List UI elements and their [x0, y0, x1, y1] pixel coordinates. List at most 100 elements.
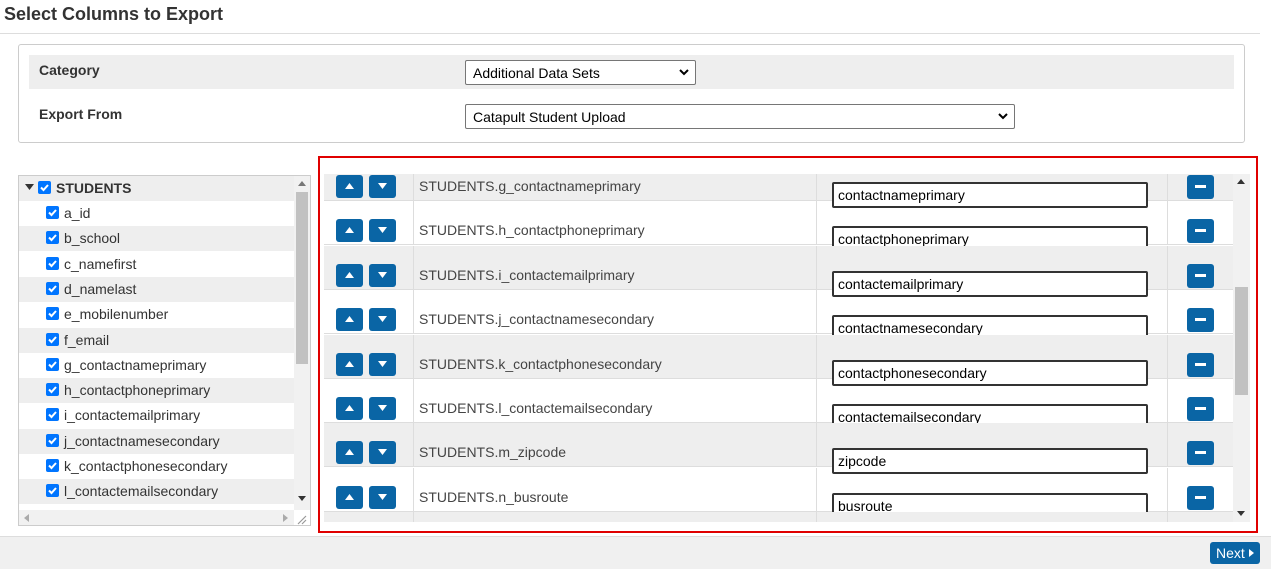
tree-horizontal-scrollbar[interactable] [19, 510, 294, 525]
check-icon [48, 335, 57, 343]
move-down-button[interactable] [369, 263, 396, 287]
tree-item[interactable]: b_school [19, 226, 294, 252]
resize-grip-icon[interactable] [292, 510, 308, 526]
move-down-button[interactable] [369, 441, 396, 465]
tree-item[interactable]: h_contactphoneprimary [19, 378, 294, 404]
tree-item-checkbox[interactable] [46, 281, 59, 295]
tree-item-checkbox[interactable] [46, 383, 59, 397]
move-up-button[interactable] [336, 397, 363, 420]
scroll-right-icon[interactable] [283, 514, 288, 522]
column-source-name: STUDENTS.m_zipcode [419, 444, 567, 461]
export-from-row: Export From Catapult Student Upload [29, 99, 1234, 133]
tree-item-checkbox[interactable] [46, 307, 59, 321]
minus-icon [1195, 185, 1206, 188]
move-down-button[interactable] [369, 352, 396, 376]
column-source-name: STUDENTS.j_contactnamesecondary [419, 311, 654, 328]
caret-down-icon[interactable] [25, 184, 34, 190]
tree-item[interactable]: i_contactemailprimary [19, 403, 294, 428]
remove-column-button[interactable] [1187, 352, 1214, 377]
tree-item[interactable]: g_contactnameprimary [19, 353, 294, 378]
tree-item-checkbox[interactable] [46, 357, 59, 371]
scroll-down-icon[interactable] [298, 496, 306, 501]
tree-item-label: h_contactphoneprimary [64, 382, 211, 399]
column-divider [413, 174, 414, 200]
scroll-up-icon[interactable] [298, 181, 306, 186]
remove-column-button[interactable] [1187, 308, 1214, 333]
category-select[interactable]: Additional Data Sets [465, 60, 696, 85]
column-row: STUDENTS.k_contactphonesecondary [324, 334, 1233, 386]
tree-item[interactable]: j_contactnamesecondary [19, 428, 294, 454]
column-divider [1167, 290, 1168, 334]
tree-item[interactable]: e_mobilenumber [19, 302, 294, 327]
tree-item-checkbox[interactable] [46, 231, 59, 245]
move-up-button[interactable] [336, 175, 363, 198]
export-from-select-value: Catapult Student Upload [473, 109, 626, 125]
move-down-button[interactable] [369, 308, 396, 332]
scroll-left-icon[interactable] [24, 514, 29, 522]
tree-item[interactable]: l_contactemailsecondary [19, 479, 294, 505]
caret-down-icon [378, 449, 387, 456]
tree-item-label: i_contactemailprimary [64, 407, 201, 424]
remove-column-button[interactable] [1187, 263, 1214, 288]
move-up-button[interactable] [336, 485, 363, 509]
tree-item[interactable]: a_id [19, 201, 294, 226]
tree-item-label: b_school [64, 230, 121, 247]
check-icon [40, 184, 49, 192]
tree-vertical-scrollbar[interactable] [294, 176, 310, 510]
column-divider [816, 245, 817, 289]
next-button[interactable]: Next [1210, 542, 1260, 564]
caret-up-icon [345, 227, 354, 234]
selected-columns-table: STUDENTS.g_contactnameprimary STUDENTS.h_… [324, 174, 1233, 522]
export-from-select[interactable]: Catapult Student Upload [465, 104, 1015, 129]
filter-panel: Category Additional Data Sets Export Fro… [18, 44, 1245, 143]
caret-down-icon [378, 405, 387, 411]
column-row: STUDENTS.m_zipcode [324, 423, 1233, 475]
move-up-button[interactable] [336, 441, 363, 465]
tree-item-label: k_contactphonesecondary [64, 458, 228, 474]
column-row: STUDENTS.i_contactemailprimary [324, 245, 1233, 297]
tree-item[interactable]: d_namelast [19, 276, 294, 302]
move-down-button[interactable] [369, 397, 396, 420]
tree-item-checkbox[interactable] [46, 332, 59, 346]
tree-root-checkbox[interactable] [38, 181, 51, 194]
move-up-button[interactable] [336, 308, 363, 332]
tree-item[interactable]: c_namefirst [19, 252, 294, 277]
remove-column-button[interactable] [1187, 441, 1214, 466]
column-divider [816, 512, 817, 522]
tree-scroll-thumb[interactable] [296, 192, 308, 364]
minus-icon [1195, 229, 1206, 233]
tree-item-checkbox[interactable] [46, 459, 59, 472]
tree-item-label: l_contactemailsecondary [64, 483, 219, 500]
move-up-button[interactable] [336, 219, 363, 243]
check-icon [48, 310, 57, 318]
column-row: STUDENTS.j_contactnamesecondary [324, 290, 1233, 342]
check-icon [48, 234, 57, 242]
scroll-down-icon[interactable] [1237, 511, 1245, 516]
columns-scroll-thumb[interactable] [1235, 287, 1248, 395]
remove-column-button[interactable] [1187, 175, 1214, 199]
remove-column-button[interactable] [1187, 397, 1214, 421]
tree-root[interactable]: STUDENTS [19, 176, 294, 201]
move-down-button[interactable] [369, 485, 396, 509]
tree-item-checkbox[interactable] [46, 408, 59, 422]
tree-item-checkbox[interactable] [46, 256, 59, 270]
column-divider [816, 290, 817, 334]
tree-item[interactable]: f_email [19, 327, 294, 353]
column-divider [1167, 467, 1168, 511]
check-icon [48, 437, 57, 445]
move-down-button[interactable] [369, 175, 396, 198]
tree-item-checkbox[interactable] [46, 206, 59, 219]
move-down-button[interactable] [369, 219, 396, 243]
tree-item-checkbox[interactable] [46, 484, 59, 498]
remove-column-button[interactable] [1187, 219, 1214, 244]
tree-item-checkbox[interactable] [46, 433, 59, 447]
move-up-button[interactable] [336, 352, 363, 376]
move-up-button[interactable] [336, 263, 363, 287]
check-icon [48, 209, 57, 217]
remove-column-button[interactable] [1187, 485, 1214, 510]
minus-icon [1195, 451, 1206, 455]
columns-vertical-scrollbar[interactable] [1233, 174, 1250, 522]
caret-down-icon [378, 183, 387, 189]
scroll-up-icon[interactable] [1237, 179, 1245, 184]
tree-item[interactable]: k_contactphonesecondary [19, 454, 294, 479]
